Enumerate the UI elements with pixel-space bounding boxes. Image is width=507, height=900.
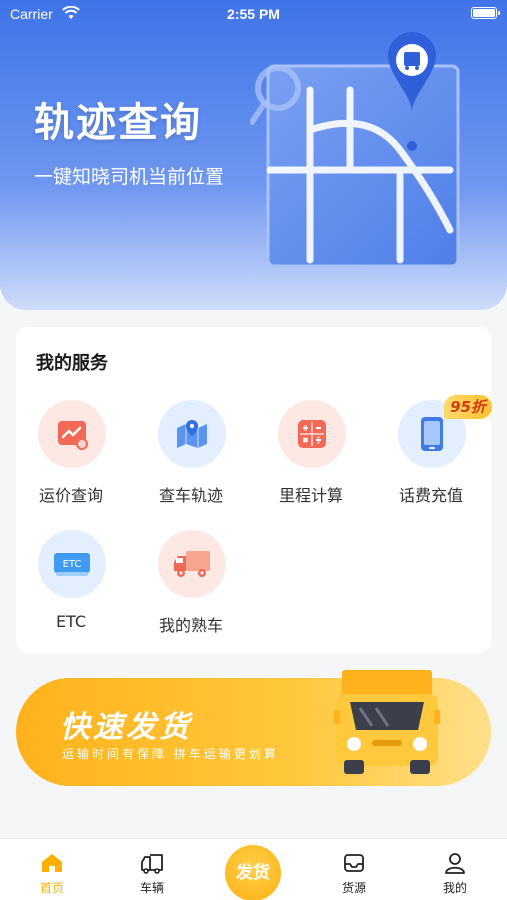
tab-bar: 首页 车辆 发货 货源 我的 (0, 838, 507, 900)
user-icon (445, 853, 465, 874)
tab-cargo-source[interactable]: 货源 (314, 839, 394, 900)
calculator-icon (278, 400, 346, 468)
truck-icon (158, 530, 226, 598)
quick-ship-banner[interactable]: 快速发货 运输时间有保障 拼车运输更划算 (16, 670, 491, 786)
discount-badge: 95折 (444, 395, 492, 419)
ship-button[interactable]: 发货 (225, 845, 281, 900)
service-label: 我的熟车 (158, 616, 223, 635)
tab-label: 货源 (341, 881, 366, 895)
service-label: 运价查询 (38, 486, 103, 505)
service-price-query[interactable]: 运价查询 (16, 400, 126, 510)
tab-label: 我的 (442, 881, 467, 895)
banner-title: 快速发货 (60, 710, 192, 745)
hero-subtitle: 一键知晓司机当前位置 (34, 166, 225, 188)
etc-icon-text: ETC (63, 559, 82, 570)
service-etc[interactable]: ETC ETC (16, 530, 126, 640)
services-title: 我的服务 (36, 353, 108, 374)
status-bar: Carrier 2:55 PM (0, 0, 507, 28)
service-label: 查车轨迹 (158, 486, 223, 505)
service-label: ETC (55, 612, 87, 631)
service-vehicle-track[interactable]: 查车轨迹 (136, 400, 246, 510)
service-my-trucks[interactable]: 我的熟车 (136, 530, 246, 640)
my-services-card: 我的服务 运价查询 查车轨迹 里程计算 话费充值 ETC ETC 我的熟车 95… (16, 327, 492, 653)
map-pin-icon (158, 400, 226, 468)
service-label: 里程计算 (278, 486, 343, 505)
etc-card-icon: ETC (38, 530, 106, 598)
hero-title: 轨迹查询 (34, 100, 202, 146)
home-icon (42, 854, 62, 872)
truck-icon (334, 670, 440, 774)
price-chart-icon (38, 400, 106, 468)
tab-label: 首页 (39, 881, 64, 895)
hero-banner[interactable]: Carrier 2:55 PM 轨迹查询 一键知晓司机当前位置 (0, 0, 507, 310)
tab-mine[interactable]: 我的 (415, 839, 495, 900)
status-time: 2:55 PM (227, 6, 280, 22)
tab-vehicles[interactable]: 车辆 (112, 839, 192, 900)
service-mileage-calc[interactable]: 里程计算 (256, 400, 366, 510)
truck-icon (141, 854, 163, 874)
tab-label: 车辆 (139, 881, 164, 895)
map-illustration-icon (250, 32, 460, 268)
service-label: 话费充值 (398, 486, 463, 505)
inbox-icon (344, 854, 364, 872)
tab-home[interactable]: 首页 (12, 839, 92, 900)
banner-subtitle: 运输时间有保障 拼车运输更划算 (62, 747, 279, 761)
battery-icon (471, 7, 500, 19)
